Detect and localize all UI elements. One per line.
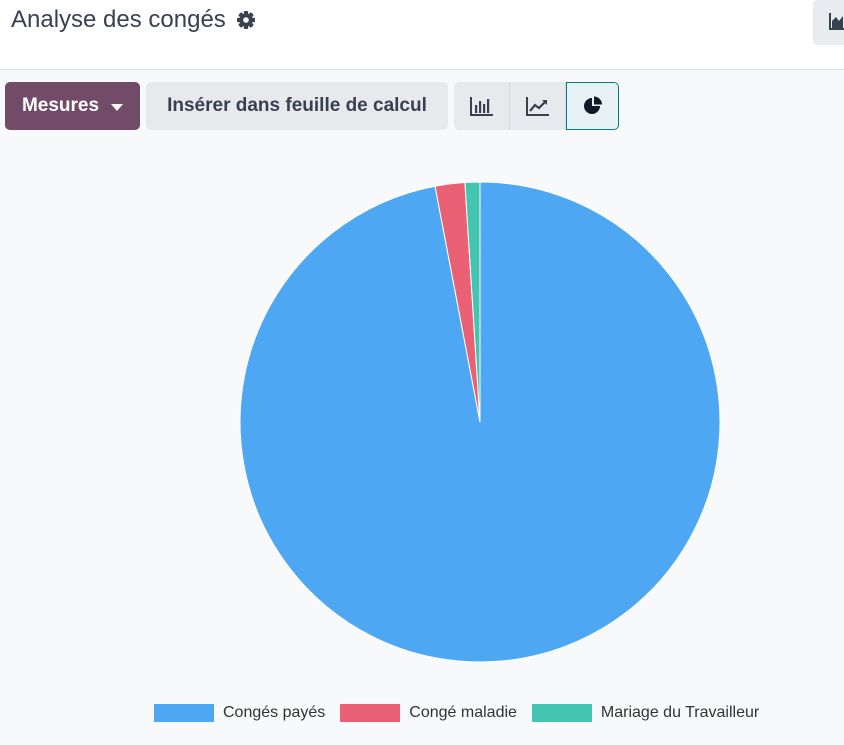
page-title-wrap: Analyse des congés — [11, 6, 256, 34]
legend-item[interactable]: Mariage du Travailleur — [531, 704, 760, 722]
legend-swatch — [340, 704, 401, 722]
pie-chart — [239, 181, 721, 663]
legend-swatch — [531, 704, 592, 722]
legend-item[interactable]: Congés payés — [154, 704, 325, 722]
main-content: Mesures Insérer dans feuille de calcul C… — [0, 70, 844, 745]
legend-item[interactable]: Congé maladie — [340, 704, 517, 722]
chart-legend: Congés payés Congé maladie Mariage du Trav… — [154, 704, 774, 722]
top-bar: Analyse des congés — [0, 0, 844, 70]
legend-label: Congés payés — [223, 704, 326, 721]
gear-icon[interactable] — [236, 10, 256, 30]
legend-label: Mariage du Travailleur — [600, 704, 760, 721]
area-chart-icon — [829, 13, 844, 30]
legend-label: Congé maladie — [409, 704, 517, 721]
area-chart-button[interactable] — [813, 0, 844, 45]
legend-swatch — [154, 704, 214, 722]
page-title: Analyse des congés — [11, 6, 226, 33]
